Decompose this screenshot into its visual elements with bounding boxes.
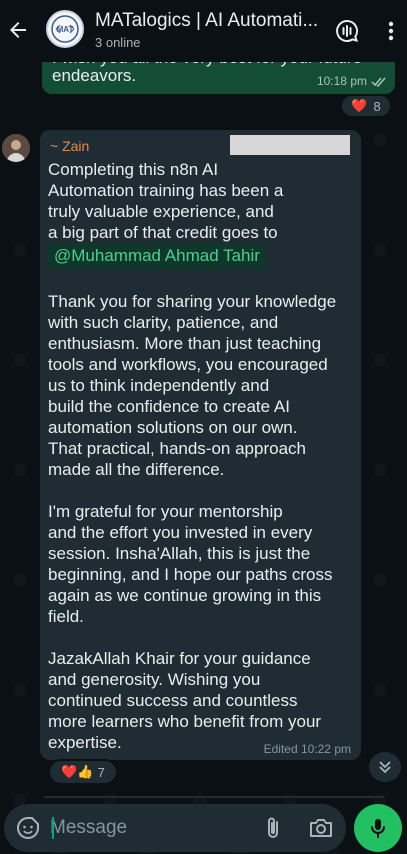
incoming-message-bubble[interactable]: ~ Zain Completing this n8n AI Automation… <box>40 130 361 760</box>
reaction-count: 7 <box>97 764 105 780</box>
reaction-count: 8 <box>373 98 381 114</box>
message-line: expertise. <box>48 733 122 752</box>
group-avatar[interactable]: MAT <box>46 10 84 48</box>
message-line: tools and workflows, you encouraged <box>48 355 328 374</box>
outgoing-message-time: 10:18 pm <box>317 74 387 88</box>
incoming-message-time: Edited 10:22 pm <box>263 742 351 756</box>
message-line: beginning, and I hope our paths cross <box>48 565 333 584</box>
outgoing-message-text: endeavors. <box>52 66 137 85</box>
camera-icon[interactable] <box>308 816 334 840</box>
heart-thumbs-reaction-icon: ❤️👍 <box>61 764 94 779</box>
message-line: continued success and countless <box>48 691 298 710</box>
double-check-icon <box>371 77 386 87</box>
message-composer <box>4 804 346 852</box>
avatar-logo-text: MAT <box>57 25 74 34</box>
outgoing-time-label: 10:18 pm <box>316 74 367 88</box>
message-line: us to think independently and <box>48 376 270 395</box>
message-line: automation solutions on our own. <box>48 418 298 437</box>
message-line: enthusiasm. More than just teaching <box>48 334 322 353</box>
message-line: field. <box>48 607 84 626</box>
text-cursor <box>52 817 54 839</box>
group-title[interactable]: MATalogics | AI Automati... <box>95 10 335 32</box>
scroll-to-bottom-button[interactable] <box>369 752 401 782</box>
message-line: Thank you for sharing your knowledge <box>48 292 337 311</box>
sender-avatar[interactable] <box>2 134 30 162</box>
message-line: more learners who benefit from your <box>48 712 322 731</box>
message-line: with such clarity, patience, and <box>48 313 279 332</box>
mic-icon <box>371 819 385 838</box>
message-line: I'm grateful for your mentorship <box>48 502 283 521</box>
paperclip-icon[interactable] <box>261 816 285 840</box>
message-line: session. Insha'Allah, this is just the <box>48 544 311 563</box>
message-line: That practical, hands-on approach <box>48 439 306 458</box>
message-line: and generosity. Wishing you <box>48 670 261 689</box>
message-line: build the confidence to create AI <box>48 397 290 416</box>
message-line: and the effort you invested in every <box>48 523 313 542</box>
message-line: JazakAllah Khair for your guidance <box>48 649 311 668</box>
message-line: Automation training has been a <box>48 181 284 200</box>
user-mention-link[interactable]: @Muhammad Ahmad Tahir <box>48 243 266 269</box>
more-vertical-icon[interactable] <box>382 19 400 43</box>
message-line: a big part of that credit goes to <box>48 223 278 242</box>
outgoing-reaction-badge[interactable]: ❤️ 8 <box>340 94 392 118</box>
heart-reaction-icon: ❤️ <box>351 98 368 113</box>
sender-name[interactable]: ~ Zain <box>50 138 89 154</box>
double-chevron-down-icon <box>379 761 391 774</box>
sticker-icon[interactable] <box>16 816 40 840</box>
message-line: truly valuable experience, and <box>48 202 274 221</box>
message-line: made all the difference. <box>48 460 225 479</box>
incoming-reaction-badge[interactable]: ❤️👍 7 <box>48 759 118 785</box>
message-line: again as we continue growing in this <box>48 586 322 605</box>
message-input[interactable] <box>50 814 250 842</box>
back-arrow-icon[interactable] <box>6 18 30 42</box>
call-add-icon[interactable] <box>334 18 360 44</box>
mic-button[interactable] <box>354 804 402 852</box>
online-status: 3 online <box>95 35 141 50</box>
scroll-divider <box>44 796 384 798</box>
redacted-phone-number <box>230 135 350 155</box>
message-line: Completing this n8n AI <box>48 160 219 179</box>
chat-header: MAT MATalogics | AI Automati... 3 online <box>0 0 407 62</box>
